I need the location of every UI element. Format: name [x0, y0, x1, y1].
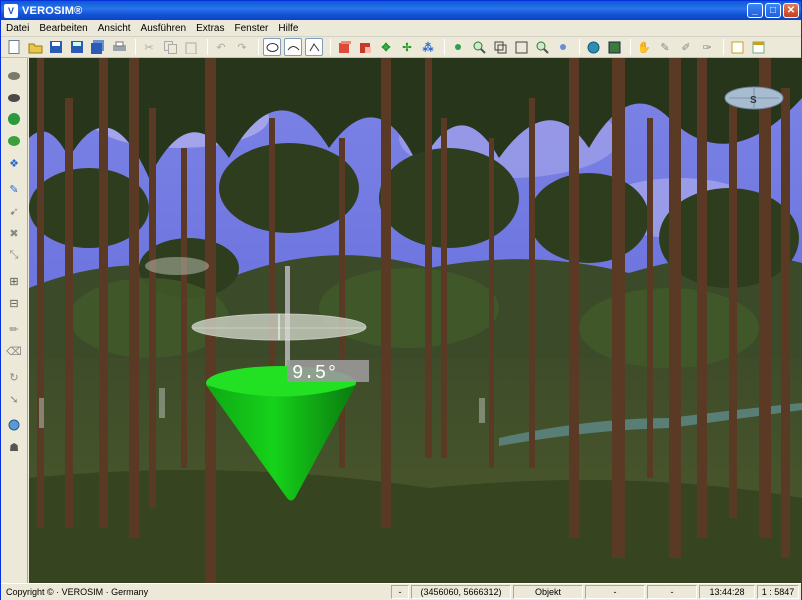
red-cube-icon[interactable]	[335, 38, 353, 56]
print-icon[interactable]	[110, 38, 128, 56]
copy-icon[interactable]	[161, 38, 179, 56]
title-bar[interactable]: V VEROSIM® _ □ ✕	[1, 1, 801, 20]
menu-bar: Datei Bearbeiten Ansicht Ausführen Extra…	[1, 20, 801, 37]
coordinates-readout: (3456060, 5666312)	[411, 585, 511, 599]
close-button[interactable]: ✕	[783, 3, 799, 18]
status-dash-3: -	[647, 585, 697, 599]
zoom-reset-icon[interactable]	[554, 38, 572, 56]
eraser-icon[interactable]: ⌫	[5, 342, 23, 360]
zoom-frame-icon[interactable]	[491, 38, 509, 56]
copyright-text: Copyright © · VEROSIM · Germany	[6, 587, 149, 597]
menu-hilfe[interactable]: Hilfe	[273, 23, 303, 34]
red-cube-2-icon[interactable]	[356, 38, 374, 56]
transform-icon[interactable]: ⤡	[5, 246, 23, 264]
scale-readout: 1 : 5847	[757, 585, 799, 599]
robot-icon[interactable]: ☗	[5, 438, 23, 456]
svg-text:S: S	[750, 95, 757, 106]
view-mode-3-icon[interactable]	[305, 38, 323, 56]
verosim-app-icon: V	[4, 3, 18, 18]
window-2-icon[interactable]	[749, 38, 767, 56]
toolbar-separator	[723, 39, 724, 55]
clock: 13:44:28	[699, 585, 755, 599]
rotate-move-icon[interactable]: ✢	[398, 38, 416, 56]
status-dash-2: -	[585, 585, 645, 599]
menu-fenster[interactable]: Fenster	[229, 23, 273, 34]
tool-b-icon[interactable]: ✎	[656, 38, 674, 56]
save-icon[interactable]	[47, 38, 65, 56]
save-as-icon[interactable]	[68, 38, 86, 56]
toolbar-separator	[207, 39, 208, 55]
tile-h-icon[interactable]: ⊞	[5, 272, 23, 290]
arrow-icon[interactable]: ➘	[5, 390, 23, 408]
tool-d-icon[interactable]: ✑	[698, 38, 716, 56]
dot-icon[interactable]	[449, 38, 467, 56]
tool-c-icon[interactable]: ✐	[677, 38, 695, 56]
redo-icon[interactable]: ↷	[233, 38, 251, 56]
menu-datei[interactable]: Datei	[1, 23, 34, 34]
zoom-in-icon[interactable]	[470, 38, 488, 56]
toolbar-separator	[630, 39, 631, 55]
delete-icon[interactable]: ✖	[5, 224, 23, 242]
cut-icon[interactable]: ✂	[140, 38, 158, 56]
window-icon[interactable]	[728, 38, 746, 56]
toolbar-separator	[135, 39, 136, 55]
maximize-button[interactable]: □	[765, 3, 781, 18]
open-folder-icon[interactable]	[26, 38, 44, 56]
brush-icon[interactable]	[5, 88, 23, 106]
map-icon[interactable]	[605, 38, 623, 56]
network-icon[interactable]: ❖	[5, 154, 23, 172]
save-all-icon[interactable]	[89, 38, 107, 56]
menu-ansicht[interactable]: Ansicht	[93, 23, 136, 34]
forest-icon[interactable]	[5, 132, 23, 150]
menu-extras[interactable]: Extras	[191, 23, 229, 34]
view-mode-1-icon[interactable]	[263, 38, 281, 56]
terrain-icon[interactable]	[5, 66, 23, 84]
pen-icon[interactable]: ✎	[5, 180, 23, 198]
tree-icon[interactable]	[5, 110, 23, 128]
globe-icon[interactable]	[584, 38, 602, 56]
app-window: V VEROSIM® _ □ ✕ Datei Bearbeiten Ansich…	[0, 0, 802, 600]
angle-readout: 9.5°	[292, 362, 338, 384]
status-dash-1: -	[391, 585, 409, 599]
mode-indicator: Objekt	[513, 585, 583, 599]
toolbar-separator	[258, 39, 259, 55]
move-icon[interactable]: ✥	[377, 38, 395, 56]
window-title: VEROSIM®	[22, 4, 83, 17]
left-toolbar: ❖ ✎ ➹ ✖ ⤡ ⊞ ⊟ ✏ ⌫ ↻ ➘ ☗	[1, 58, 28, 583]
minimize-button[interactable]: _	[747, 3, 763, 18]
transform-icon[interactable]: ⁂	[419, 38, 437, 56]
measure-icon[interactable]: ➹	[5, 202, 23, 220]
menu-bearbeiten[interactable]: Bearbeiten	[34, 23, 92, 34]
compass-icon[interactable]: S	[724, 86, 784, 110]
undo-icon[interactable]: ↶	[212, 38, 230, 56]
tool-a-icon[interactable]: ✋	[635, 38, 653, 56]
view-mode-2-icon[interactable]	[284, 38, 302, 56]
toolbar-separator	[444, 39, 445, 55]
main-toolbar: ✂ ↶ ↷ ✥ ✢ ⁂ ✋ ✎ ✐ ✑	[1, 37, 801, 58]
toolbar-separator	[579, 39, 580, 55]
paste-icon[interactable]	[182, 38, 200, 56]
toolbar-separator	[330, 39, 331, 55]
rotate-icon[interactable]: ↻	[5, 368, 23, 386]
forest-scene: 9.5° S	[29, 58, 802, 583]
tile-v-icon[interactable]: ⊟	[5, 294, 23, 312]
3d-viewport[interactable]: 9.5° S	[29, 58, 802, 583]
zoom-window-icon[interactable]	[512, 38, 530, 56]
pencil-icon[interactable]: ✏	[5, 320, 23, 338]
status-bar: Copyright © · VEROSIM · Germany - (34560…	[1, 583, 801, 600]
globe-icon[interactable]	[5, 416, 23, 434]
menu-ausfuehren[interactable]: Ausführen	[136, 23, 192, 34]
new-document-icon[interactable]	[5, 38, 23, 56]
zoom-out-icon[interactable]	[533, 38, 551, 56]
